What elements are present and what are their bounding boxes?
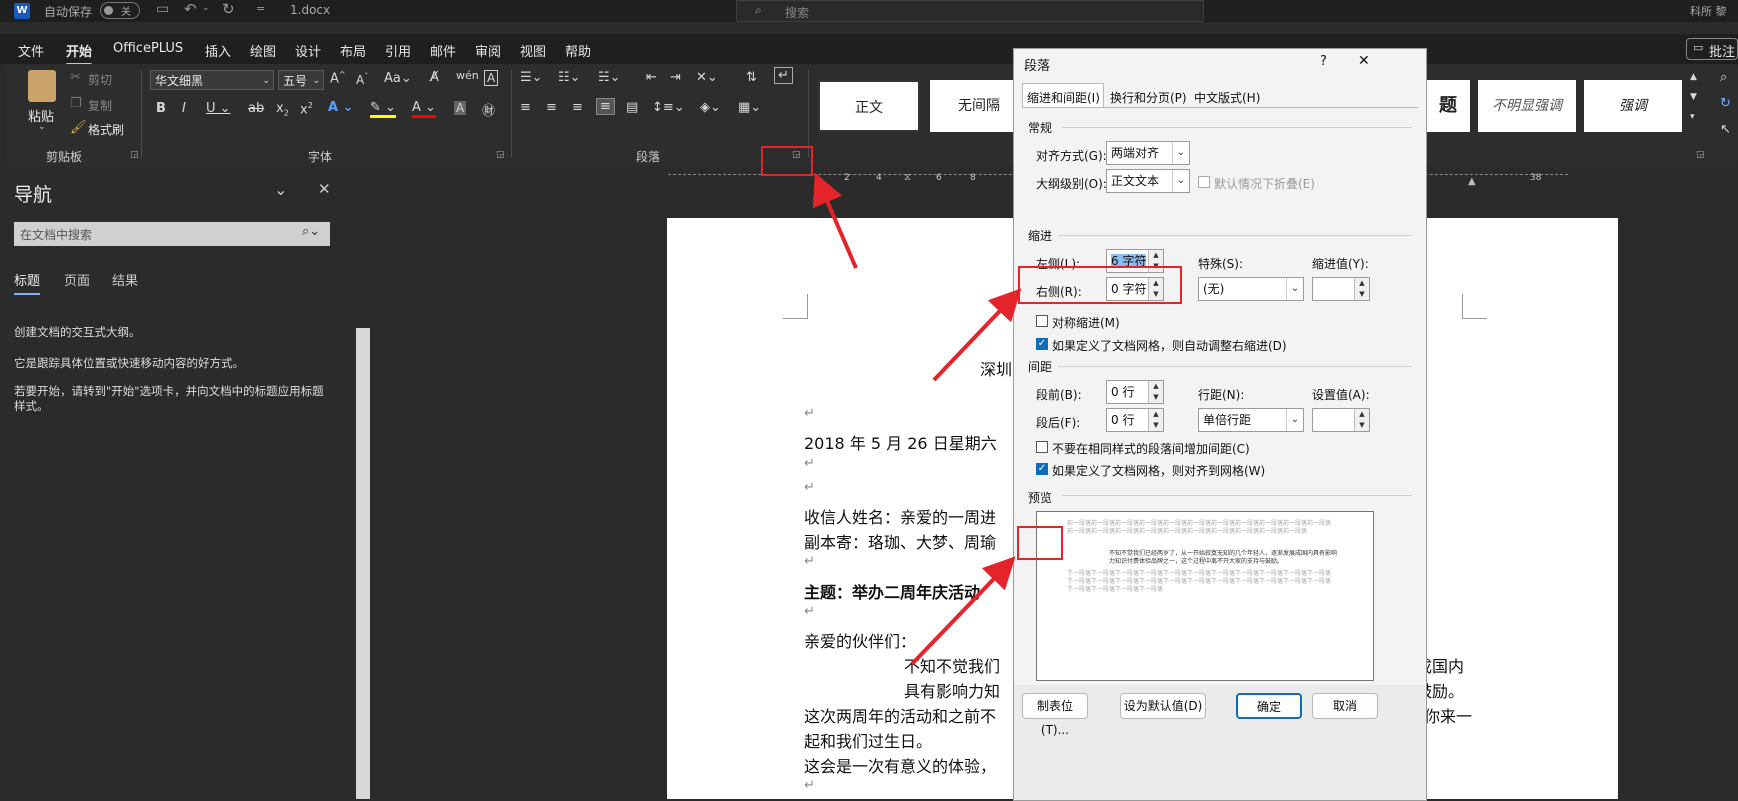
annotation-arrow [932, 288, 1022, 382]
annotation-arrows [812, 172, 1022, 666]
annotation-arrow [910, 556, 1016, 666]
annotation-arrow [812, 172, 858, 269]
